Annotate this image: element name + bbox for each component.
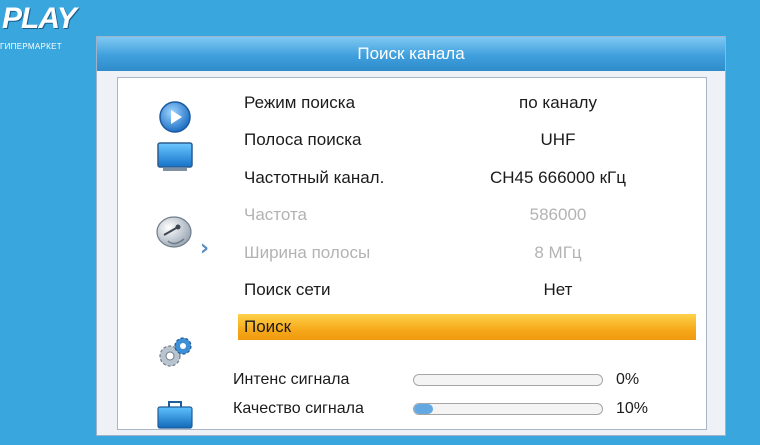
gears-settings-icon xyxy=(159,337,192,367)
menu-sidebar: › xyxy=(118,78,228,429)
satellite-dish-icon xyxy=(156,216,192,248)
play-icon xyxy=(159,101,191,133)
signal-quality-label: Качество сигнала xyxy=(233,400,364,417)
search-button-label: Поиск xyxy=(244,317,292,336)
signal-intensity-label: Интенс сигнала xyxy=(233,371,350,388)
start-search-button[interactable]: Поиск xyxy=(238,314,696,340)
sidebar-item-tools[interactable] xyxy=(154,396,196,434)
setting-label: Поиск сети xyxy=(244,280,331,299)
tv-monitor-icon xyxy=(157,142,193,171)
sidebar-item-channel-search[interactable] xyxy=(154,212,196,250)
signal-quality-meter: Качество сигнала 10% xyxy=(233,396,693,422)
setting-row-frequency-channel[interactable]: Частотный канал. CH45 666000 кГц xyxy=(238,163,698,193)
setting-row-frequency: Частота 586000 xyxy=(238,200,698,230)
setting-label: Полоса поиска xyxy=(244,130,362,149)
sidebar-item-settings[interactable] xyxy=(154,334,196,372)
setting-value: UHF xyxy=(540,130,576,149)
signal-quality-bar xyxy=(413,403,603,415)
window-title: Поиск канала xyxy=(97,37,725,71)
setting-value: 8 МГц xyxy=(534,243,582,262)
setting-row-bandwidth: Ширина полосы 8 МГц xyxy=(238,238,698,268)
setting-label: Частотный канал. xyxy=(244,168,385,187)
setting-value: Нет xyxy=(543,280,573,299)
logo-subtext: ГИПЕРМАРКЕТ xyxy=(0,42,62,51)
toolbox-icon xyxy=(157,401,193,429)
setting-value: CH45 666000 кГц xyxy=(489,168,627,187)
signal-intensity-meter: Интенс сигнала 0% xyxy=(233,367,693,393)
logo-text: PLAY xyxy=(2,2,77,35)
setting-row-search-band[interactable]: Полоса поиска UHF xyxy=(238,125,698,155)
setting-label: Ширина полосы xyxy=(244,243,371,262)
selected-item-arrow-icon: › xyxy=(200,236,210,261)
setting-label: Режим поиска xyxy=(244,93,356,112)
signal-quality-value: 10% xyxy=(616,400,649,417)
sidebar-item-display[interactable] xyxy=(154,138,196,176)
signal-quality-fill xyxy=(414,404,433,414)
signal-intensity-value: 0% xyxy=(616,371,640,388)
setting-value: 586000 xyxy=(529,205,587,224)
channel-search-window: Поиск канала › Режим поиска по каналу По… xyxy=(96,36,726,436)
setting-row-search-mode[interactable]: Режим поиска по каналу xyxy=(238,88,698,118)
setting-label: Частота xyxy=(244,205,308,224)
brand-logo: PLAY ГИПЕРМАРКЕТ xyxy=(0,2,77,51)
setting-value: по каналу xyxy=(519,93,597,112)
signal-intensity-bar xyxy=(413,374,603,386)
settings-panel: › Режим поиска по каналу Полоса поиска U… xyxy=(117,77,707,430)
sidebar-item-media[interactable] xyxy=(154,98,196,136)
setting-row-network-search[interactable]: Поиск сети Нет xyxy=(238,275,698,305)
